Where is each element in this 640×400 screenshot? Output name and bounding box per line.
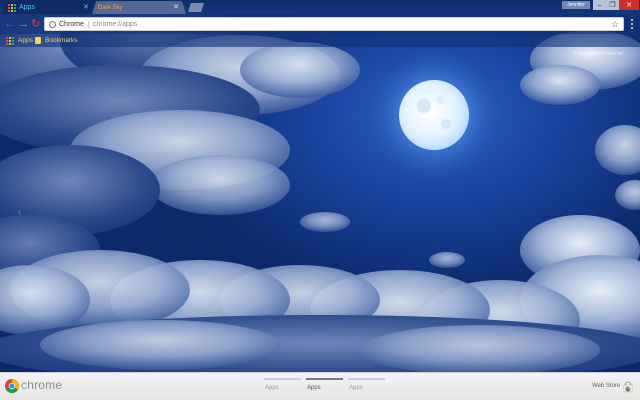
apps-grid-icon (6, 36, 14, 45)
night-sky-illustration (0, 0, 640, 372)
tab-apps[interactable]: Apps ✕ (2, 1, 96, 14)
tab-label: Apps (19, 4, 35, 11)
minimize-button[interactable]: – (593, 0, 606, 10)
chrome-brand-text: chrome (21, 378, 63, 392)
browser-toolbar: ← → ↻ Chrome chrome://apps ☆ (0, 14, 640, 34)
reload-button[interactable]: ↻ (31, 17, 40, 31)
web-store-icon[interactable] (622, 381, 634, 393)
url-text[interactable]: chrome://apps (93, 21, 137, 28)
page-indicator-3[interactable] (348, 378, 385, 380)
page-indicator-1[interactable] (264, 378, 301, 380)
page-label-3[interactable]: Apps (349, 385, 363, 391)
theme-credit: © Sunlight-Themes Inc. (573, 51, 626, 57)
profile-button[interactable]: Jennifer (562, 1, 590, 9)
wallpaper-background (0, 0, 640, 372)
tab-close-icon[interactable]: ✕ (83, 3, 89, 11)
bookmarks-bar: Apps Bookmarks (0, 34, 640, 47)
bookmark-label: Apps (18, 37, 33, 44)
apps-grid-icon (8, 4, 16, 12)
web-store-link[interactable]: Web Store (592, 383, 620, 389)
chrome-logo-icon (5, 379, 19, 393)
bookmark-apps[interactable]: Apps (6, 36, 33, 45)
bookmark-folder-bookmarks[interactable]: Bookmarks (35, 36, 78, 45)
folder-icon (35, 37, 41, 44)
bookmark-label: Bookmarks (45, 37, 78, 44)
tab-close-icon[interactable]: ✕ (173, 3, 179, 11)
forward-button[interactable]: → (18, 17, 29, 31)
chrome-page-icon (49, 20, 56, 28)
tab-dark-sky[interactable]: Dark Sky ✕ (92, 1, 186, 14)
tab-label: Dark Sky (98, 4, 123, 11)
page-indicator-2[interactable] (306, 378, 343, 380)
moon (399, 80, 469, 150)
address-chip: Chrome (59, 20, 89, 28)
apps-footer: chrome Apps Apps Apps Web Store (0, 372, 640, 400)
address-bar[interactable]: Chrome chrome://apps ☆ (44, 17, 624, 31)
previous-page-arrow[interactable]: ‹ (18, 207, 21, 217)
maximize-button[interactable]: ❐ (606, 0, 619, 10)
page-label-1[interactable]: Apps (265, 385, 279, 391)
bookmark-star-icon[interactable]: ☆ (611, 18, 619, 30)
chrome-menu-icon[interactable] (629, 19, 635, 29)
back-button[interactable]: ← (4, 17, 15, 31)
cloud-upper-right (520, 30, 640, 210)
close-window-button[interactable]: ✕ (619, 0, 639, 10)
page-label-2[interactable]: Apps (307, 385, 321, 391)
